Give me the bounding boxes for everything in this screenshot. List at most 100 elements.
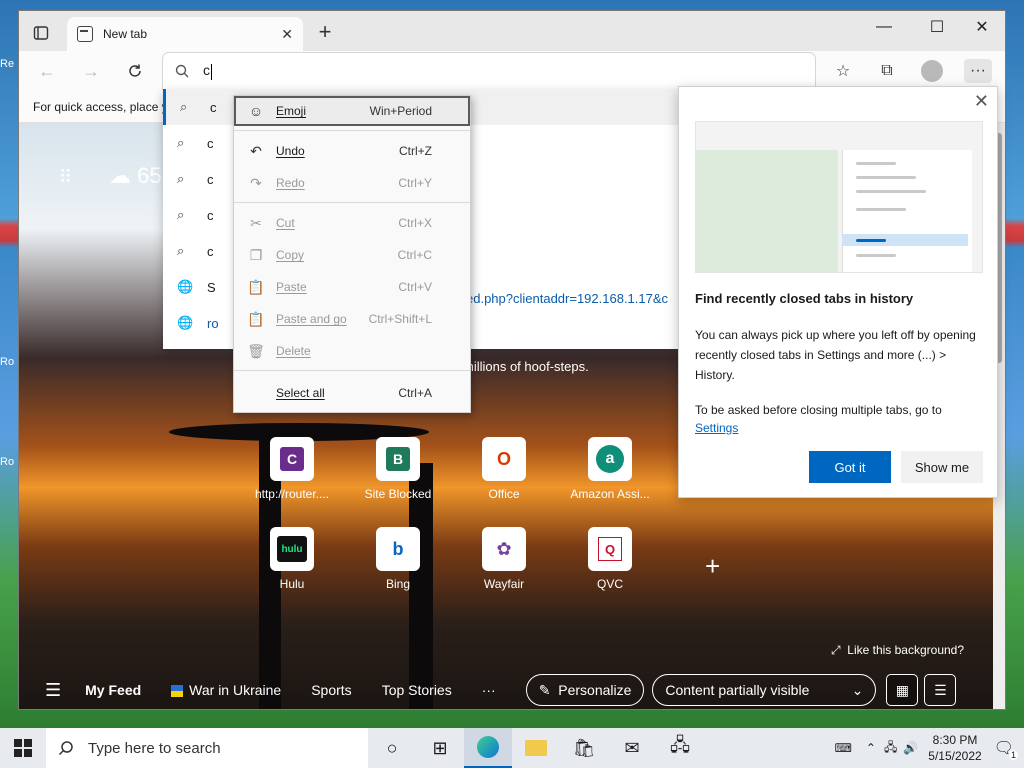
amazon-assistant-icon: a	[588, 437, 632, 481]
favorites-icon[interactable]: ☆	[829, 59, 857, 83]
list-layout-icon[interactable]: ☰	[924, 674, 957, 706]
cortana-icon[interactable]: ○	[368, 728, 416, 768]
close-tab-icon[interactable]: ✕	[281, 26, 293, 43]
weather-widget[interactable]: ☁ 65	[109, 163, 162, 189]
taskbar: Type here to search ○ ⊞ 🛍 ✉ 🖧 ⌨ ⌃ 🖧 🔊 8:…	[0, 728, 1024, 768]
menu-item-delete[interactable]: 🗑 Delete	[234, 336, 470, 366]
add-site-button[interactable]: +	[705, 551, 720, 582]
show-me-button[interactable]: Show me	[901, 451, 983, 483]
top-site-label: http://router....	[254, 487, 330, 501]
favorites-bar-hint: For quick access, place y	[33, 99, 168, 114]
top-site-tile[interactable]: O Office	[459, 437, 549, 501]
notification-badge: 1	[1008, 750, 1018, 760]
history-tip-panel: ✕ Find recently closed tabs in history Y…	[678, 86, 998, 498]
menu-icon[interactable]: ☰	[45, 680, 61, 701]
bing-icon: b	[376, 527, 420, 571]
keyboard-icon[interactable]: ⌨	[835, 741, 852, 755]
like-background-button[interactable]: ⤢ Like this background?	[831, 643, 964, 658]
taskbar-search[interactable]: Type here to search	[46, 728, 368, 768]
top-site-tile[interactable]: ✿ Wayfair	[459, 527, 549, 591]
content-visibility-dropdown[interactable]: Content partially visible ⌄	[652, 674, 877, 706]
emoji-icon: ☺	[248, 103, 264, 119]
tab-top-stories[interactable]: Top Stories	[382, 682, 452, 698]
back-button[interactable]: ←	[33, 59, 61, 83]
tab-title: New tab	[103, 27, 148, 41]
edge-taskbar-icon[interactable]	[464, 728, 512, 768]
file-explorer-icon[interactable]	[512, 728, 560, 768]
system-tray: ⌨ ⌃ 🖧 🔊 8:30 PM 5/15/2022 🗨 1	[835, 728, 1024, 768]
profile-button[interactable]	[918, 59, 946, 83]
page-icon	[77, 26, 93, 42]
chevron-up-icon[interactable]: ⌃	[866, 741, 876, 755]
collections-icon[interactable]: ⧉	[873, 59, 901, 83]
menu-item-undo[interactable]: ↶ Undo Ctrl+Z	[234, 136, 470, 166]
personalize-button[interactable]: ✎ Personalize	[525, 674, 645, 706]
mail-icon[interactable]: ✉	[608, 728, 656, 768]
scissors-icon: ✂	[250, 214, 262, 231]
search-icon: ⌕	[180, 99, 188, 114]
refresh-button[interactable]	[121, 59, 149, 83]
new-tab-button[interactable]: +	[313, 21, 337, 45]
top-site-tile[interactable]: Q QVC	[565, 527, 655, 591]
grid-layout-icon[interactable]: ▦	[886, 674, 919, 706]
tab-new-tab[interactable]: New tab ✕	[67, 17, 303, 51]
top-site-tile[interactable]: b Bing	[353, 527, 443, 591]
volume-icon[interactable]: 🔊	[903, 741, 918, 755]
top-site-label: Site Blocked	[364, 487, 432, 501]
top-site-icon: C	[270, 437, 314, 481]
copy-icon: ❐	[249, 246, 263, 263]
address-bar[interactable]: c	[163, 53, 815, 89]
desktop-icon-label[interactable]: Ro	[0, 356, 18, 368]
top-site-tile[interactable]: B Site Blocked	[353, 437, 443, 501]
store-icon[interactable]: 🛍	[560, 728, 608, 768]
menu-item-copy[interactable]: ❐ Copy Ctrl+C	[234, 240, 470, 270]
office-icon: O	[482, 437, 526, 481]
search-icon: ⌕	[177, 171, 185, 186]
desktop-icon-label[interactable]: Ro	[0, 456, 18, 468]
more-tabs-button[interactable]: ···	[482, 682, 496, 698]
top-site-tile[interactable]: Chttp://router....	[247, 437, 337, 501]
search-icon: ⌕	[177, 135, 185, 150]
chevron-down-icon: ⌄	[851, 681, 864, 698]
like-background-label: Like this background?	[847, 643, 965, 657]
task-view-icon[interactable]: ⊞	[416, 728, 464, 768]
menu-item-select-all[interactable]: Select all Ctrl+A	[234, 378, 470, 408]
ukraine-flag-icon	[171, 685, 184, 698]
tab-sports[interactable]: Sports	[311, 682, 351, 698]
close-window-button[interactable]: ✕	[959, 11, 1005, 43]
settings-link[interactable]: Settings	[695, 421, 738, 435]
top-site-tile[interactable]: hulu Hulu	[247, 527, 337, 591]
app-launcher-icon[interactable]: ⠿	[59, 167, 72, 188]
address-input[interactable]: c	[203, 62, 212, 80]
network-app-icon[interactable]: 🖧	[656, 728, 704, 768]
top-site-label: Hulu	[279, 577, 305, 591]
menu-item-paste[interactable]: 📋 Paste Ctrl+V	[234, 272, 470, 302]
close-icon[interactable]: ✕	[974, 91, 989, 112]
tab-war-in-ukraine[interactable]: War in Ukraine	[171, 682, 281, 698]
menu-item-redo[interactable]: ↷ Redo Ctrl+Y	[234, 168, 470, 198]
minimize-button[interactable]: —	[861, 11, 907, 43]
top-site-label: Wayfair	[483, 577, 525, 591]
network-icon[interactable]: 🖧	[884, 738, 897, 759]
clock[interactable]: 8:30 PM 5/15/2022	[928, 732, 981, 764]
maximize-button[interactable]: ☐	[914, 11, 960, 43]
top-site-label: Amazon Assi...	[570, 487, 650, 501]
menu-item-emoji[interactable]: ☺ Emoji Win+Period	[234, 96, 470, 126]
menu-item-paste-and-go[interactable]: 📋 Paste and go Ctrl+Shift+L	[234, 304, 470, 334]
suggestion-url[interactable]: cked.php?clientaddr=192.168.1.17&c	[453, 291, 668, 306]
undo-icon: ↶	[250, 142, 262, 159]
forward-button[interactable]: →	[77, 59, 105, 83]
tip-title: Find recently closed tabs in history	[695, 291, 914, 306]
start-button[interactable]	[0, 728, 46, 768]
got-it-button[interactable]: Got it	[809, 451, 891, 483]
desktop-icon-label[interactable]: Re	[0, 58, 18, 70]
globe-icon: 🌐	[177, 279, 194, 294]
tab-my-feed[interactable]: My Feed	[85, 682, 141, 698]
settings-more-icon[interactable]: ···	[964, 59, 992, 83]
tab-actions-icon[interactable]	[27, 21, 55, 45]
notification-icon[interactable]: 🗨 1	[994, 738, 1018, 760]
tip-illustration	[695, 121, 983, 273]
search-icon	[58, 741, 73, 756]
menu-item-cut[interactable]: ✂ Cut Ctrl+X	[234, 208, 470, 238]
top-site-tile[interactable]: a Amazon Assi...	[565, 437, 655, 501]
